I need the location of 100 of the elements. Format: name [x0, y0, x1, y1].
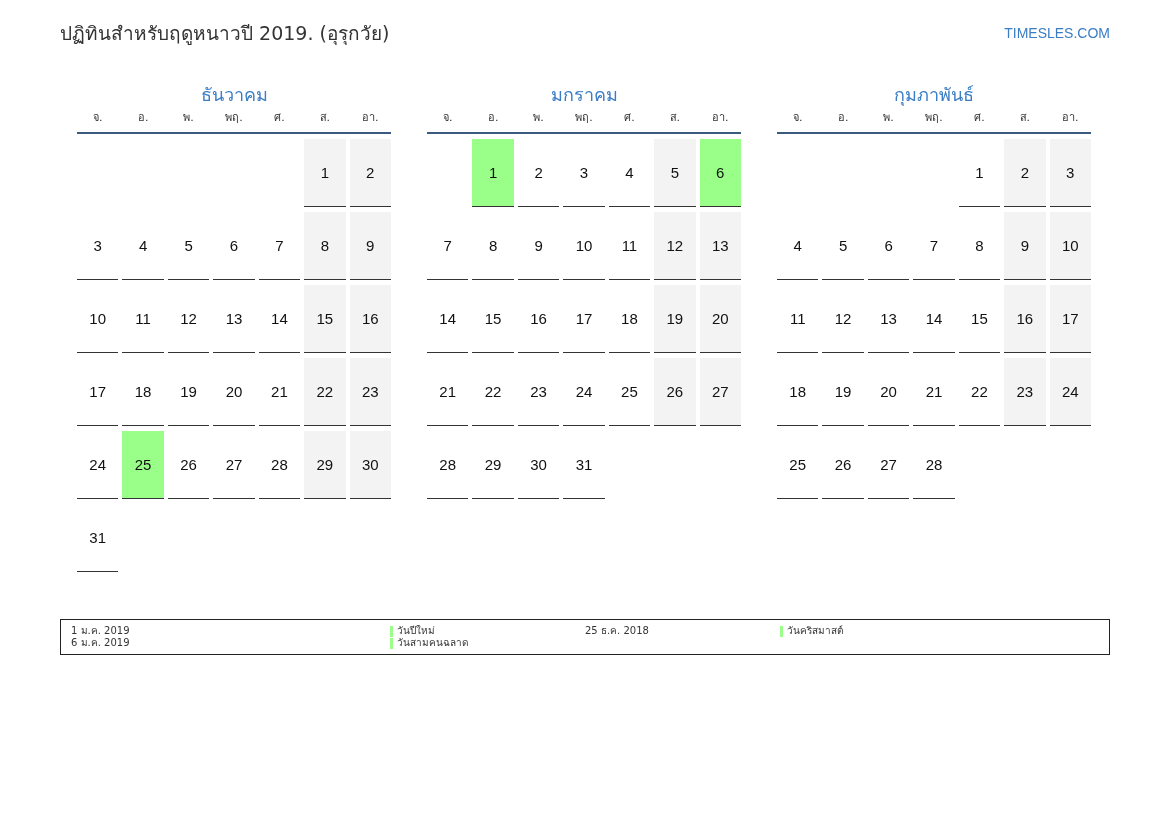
- day-cell: 24: [1049, 358, 1091, 426]
- weekday-label: ศ.: [973, 110, 986, 126]
- day-cell: 31: [563, 431, 605, 499]
- weekday-label: จ.: [441, 110, 454, 126]
- weekday-label: พ.: [882, 110, 895, 126]
- day-cell: 5: [167, 212, 210, 280]
- holiday-date: 25 ธ.ค. 2018: [585, 625, 650, 637]
- day-cell: 1: [472, 139, 514, 207]
- day-cell: 26: [654, 358, 696, 426]
- day-cell: 6: [213, 212, 255, 280]
- day-cell: 19: [167, 358, 210, 426]
- day-cell: 4: [122, 212, 164, 280]
- day-cell: 15: [304, 285, 346, 353]
- month-title: กุมภาพันธ์: [893, 83, 975, 106]
- day-cell: 25: [608, 358, 651, 426]
- day-cell: 14: [258, 285, 301, 353]
- day-cell: 2: [517, 139, 560, 207]
- day-cell: 21: [258, 358, 301, 426]
- holiday-name: วันปีใหม่: [396, 625, 435, 637]
- day-cell: 7: [258, 212, 301, 280]
- weekday-label: จ.: [91, 110, 104, 126]
- weekday-label: อ.: [486, 110, 500, 126]
- day-cell: 20: [699, 285, 741, 353]
- day-cell: 28: [427, 431, 469, 499]
- day-cell: 20: [867, 358, 910, 426]
- day-cell: 21: [913, 358, 955, 426]
- day-cell: 9: [1004, 212, 1046, 280]
- day-cell: 12: [654, 212, 696, 280]
- day-cell: 8: [958, 212, 1001, 280]
- day-cell: 4: [608, 139, 651, 207]
- day-cell: 19: [654, 285, 696, 353]
- weekday-label: พ.: [182, 110, 195, 126]
- day-cell: 9: [349, 212, 391, 280]
- day-cell: 8: [472, 212, 514, 280]
- day-cell: 27: [699, 358, 741, 426]
- day-cell: 25: [122, 431, 164, 499]
- day-cell: 13: [867, 285, 910, 353]
- day-cell: 24: [563, 358, 605, 426]
- day-cell: 21: [427, 358, 469, 426]
- month-title: ธันวาคม: [199, 83, 269, 106]
- day-cell: 20: [213, 358, 255, 426]
- day-cell: 6: [699, 139, 741, 207]
- day-cell: 2: [349, 139, 391, 207]
- weekday-label: พฤ.: [574, 110, 594, 126]
- weekday-label: อา.: [1061, 110, 1080, 126]
- day-cell: 28: [913, 431, 955, 499]
- day-cell: 29: [304, 431, 346, 499]
- day-cell: 23: [1004, 358, 1046, 426]
- day-cell: 27: [867, 431, 910, 499]
- day-cell: 11: [777, 285, 819, 353]
- day-cell: 16: [517, 285, 560, 353]
- day-cell: 22: [472, 358, 514, 426]
- weekday-label: อ.: [836, 110, 850, 126]
- day-cell: 17: [1049, 285, 1091, 353]
- day-cell: 22: [304, 358, 346, 426]
- site-link[interactable]: TIMESLES.COM: [1004, 25, 1110, 41]
- day-cell: 2: [1004, 139, 1046, 207]
- weekday-label: ส.: [668, 110, 682, 126]
- weekday-label: พฤ.: [224, 110, 244, 126]
- weekday-label: อา.: [711, 110, 730, 126]
- day-cell: 15: [958, 285, 1001, 353]
- day-cell: 17: [77, 358, 119, 426]
- day-cell: 11: [122, 285, 164, 353]
- day-cell: 3: [563, 139, 605, 207]
- weekday-label: พ.: [532, 110, 545, 126]
- weekday-label: ส.: [1018, 110, 1032, 126]
- day-cell: 6: [867, 212, 910, 280]
- day-cell: 5: [822, 212, 864, 280]
- day-cell: 26: [167, 431, 210, 499]
- day-cell: 23: [517, 358, 560, 426]
- day-cell: 3: [1049, 139, 1091, 207]
- day-cell: 3: [77, 212, 119, 280]
- day-cell: 30: [349, 431, 391, 499]
- day-cell: 10: [77, 285, 119, 353]
- day-cell: 26: [822, 431, 864, 499]
- day-cell: 14: [427, 285, 469, 353]
- day-cell: 16: [1004, 285, 1046, 353]
- day-cell: 15: [472, 285, 514, 353]
- weekday-label: จ.: [791, 110, 804, 126]
- day-cell: 1: [304, 139, 346, 207]
- holiday-name: วันคริสมาสต์: [787, 625, 844, 637]
- month-title: มกราคม: [549, 83, 619, 106]
- day-cell: 1: [958, 139, 1001, 207]
- weekday-label: ศ.: [273, 110, 286, 126]
- day-cell: 18: [777, 358, 819, 426]
- weekday-label: ส.: [318, 110, 332, 126]
- day-cell: 18: [122, 358, 164, 426]
- holiday-date: 1 ม.ค. 2019: [71, 625, 131, 637]
- day-cell: 16: [349, 285, 391, 353]
- day-cell: 4: [777, 212, 819, 280]
- day-cell: 14: [913, 285, 955, 353]
- day-cell: 10: [1049, 212, 1091, 280]
- day-cell: 18: [608, 285, 651, 353]
- day-cell: 12: [822, 285, 864, 353]
- day-cell: 25: [777, 431, 819, 499]
- day-cell: 7: [427, 212, 469, 280]
- day-cell: 10: [563, 212, 605, 280]
- weekday-label: ศ.: [623, 110, 636, 126]
- day-cell: 31: [77, 504, 119, 572]
- day-cell: 9: [517, 212, 560, 280]
